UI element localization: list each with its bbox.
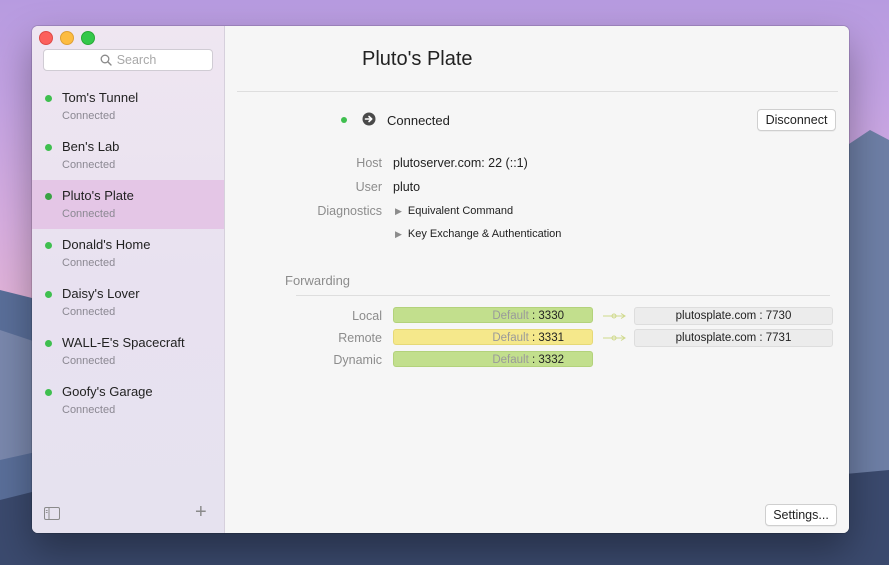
settings-button[interactable]: Settings... — [765, 504, 837, 526]
forwarding-section-title: Forwarding — [285, 273, 351, 288]
list-item[interactable]: WALL-E's Spacecraft Connected — [32, 327, 224, 376]
port-number: 3331 — [538, 332, 564, 344]
user-value: pluto — [393, 180, 421, 194]
bind-address: Default — [492, 310, 529, 322]
remote-target-field[interactable]: plutosplate.com : 7731 — [634, 329, 833, 347]
disclosure-triangle-icon: ▶ — [395, 206, 402, 216]
zoom-window-button[interactable] — [81, 31, 95, 45]
status-dot — [45, 95, 52, 102]
minimize-window-button[interactable] — [60, 31, 74, 45]
disclosure-triangle-icon: ▶ — [395, 229, 402, 239]
connection-status: Connected — [62, 208, 116, 220]
status-dot — [45, 340, 52, 347]
arrow-circle-icon — [362, 112, 376, 126]
disclosure-key-exchange[interactable]: ▶ Key Exchange & Authentication — [395, 228, 561, 240]
forwarding-row-label: Dynamic — [333, 353, 382, 367]
port-number: 3330 — [538, 310, 564, 322]
list-item-selected[interactable]: Pluto's Plate Connected — [32, 180, 224, 229]
status-dot — [45, 193, 52, 200]
sidebar: Search Tom's Tunnel Connected Ben's Lab … — [32, 26, 225, 533]
disclosure-label: Key Exchange & Authentication — [407, 228, 562, 240]
app-window: Search Tom's Tunnel Connected Ben's Lab … — [32, 26, 849, 533]
close-window-button[interactable] — [39, 31, 53, 45]
connection-status-dot — [341, 117, 347, 123]
status-dot — [45, 242, 52, 249]
search-icon — [100, 54, 112, 66]
link-arrow-icon — [603, 313, 626, 319]
bind-address: Default — [492, 332, 529, 344]
list-item[interactable]: Ben's Lab Connected — [32, 131, 224, 180]
add-connection-button[interactable]: + — [195, 502, 207, 522]
connection-status: Connected — [62, 159, 116, 171]
host-label: Host — [356, 156, 382, 170]
page-title: Pluto's Plate — [362, 48, 473, 70]
forwarding-row-label: Remote — [338, 331, 382, 345]
search-input[interactable]: Search — [43, 49, 213, 71]
dynamic-port-field[interactable]: Default : 3332 — [393, 351, 593, 367]
port-separator: : — [532, 332, 536, 344]
status-dot — [45, 389, 52, 396]
status-dot — [45, 291, 52, 298]
connection-status: Connected — [62, 306, 116, 318]
user-label: User — [355, 180, 382, 194]
status-dot — [45, 144, 52, 151]
connection-status-text: Connected — [387, 113, 450, 128]
bind-address: Default — [492, 354, 529, 366]
connection-list: Tom's Tunnel Connected Ben's Lab Connect… — [32, 82, 224, 425]
list-item[interactable]: Donald's Home Connected — [32, 229, 224, 278]
sidebar-toggle-icon[interactable] — [44, 507, 60, 520]
link-arrow-icon — [603, 335, 626, 341]
window-controls — [39, 31, 95, 45]
connection-name: Daisy's Lover — [62, 286, 140, 301]
divider — [237, 91, 838, 92]
connection-name: Pluto's Plate — [62, 188, 134, 203]
connection-name: WALL-E's Spacecraft — [62, 335, 185, 350]
divider — [296, 295, 830, 296]
local-target-field[interactable]: plutosplate.com : 7730 — [634, 307, 833, 325]
port-separator: : — [532, 354, 536, 366]
connection-name: Goofy's Garage — [62, 384, 153, 399]
list-item[interactable]: Goofy's Garage Connected — [32, 376, 224, 425]
remote-port-field[interactable]: Default : 3331 — [393, 329, 593, 345]
disclosure-equivalent-command[interactable]: ▶ Equivalent Command — [395, 205, 513, 217]
list-item[interactable]: Tom's Tunnel Connected — [32, 82, 224, 131]
connection-status: Connected — [62, 110, 116, 122]
local-port-field[interactable]: Default : 3330 — [393, 307, 593, 323]
connection-name: Ben's Lab — [62, 139, 120, 154]
port-separator: : — [532, 310, 536, 322]
connection-status: Connected — [62, 257, 116, 269]
host-value: plutoserver.com: 22 (::1) — [393, 156, 528, 170]
diagnostics-label: Diagnostics — [317, 204, 382, 218]
port-number: 3332 — [538, 354, 564, 366]
connection-status: Connected — [62, 404, 116, 416]
forwarding-row-label: Local — [352, 309, 382, 323]
list-item[interactable]: Daisy's Lover Connected — [32, 278, 224, 327]
connection-name: Tom's Tunnel — [62, 90, 139, 105]
disclosure-label: Equivalent Command — [407, 205, 514, 217]
disconnect-button[interactable]: Disconnect — [757, 109, 836, 131]
connection-name: Donald's Home — [62, 237, 151, 252]
connection-status: Connected — [62, 355, 116, 367]
search-placeholder: Search — [116, 53, 157, 67]
detail-panel: Pluto's Plate Connected Disconnect Host … — [225, 26, 849, 533]
